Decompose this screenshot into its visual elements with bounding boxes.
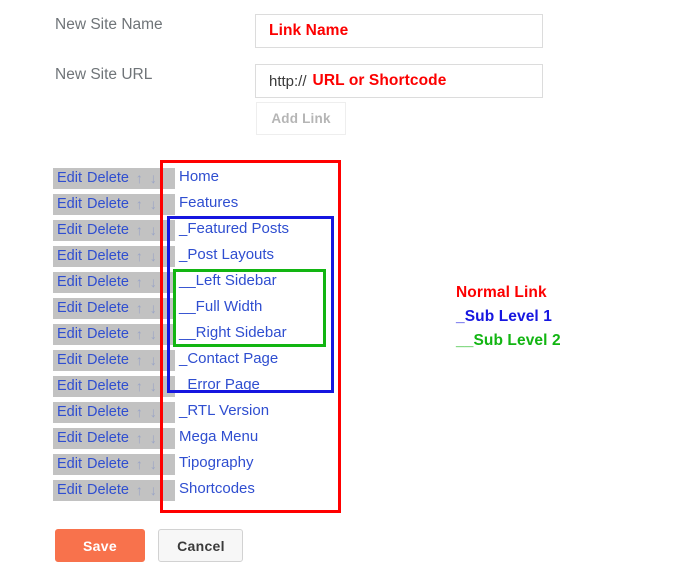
move-up-icon[interactable]: ↑ xyxy=(136,194,143,215)
edit-link-button[interactable]: Edit xyxy=(57,376,82,397)
move-down-icon[interactable]: ↓ xyxy=(150,168,157,189)
edit-link-button[interactable]: Edit xyxy=(57,194,82,215)
legend: Normal Link _Sub Level 1 __Sub Level 2 xyxy=(456,281,561,353)
move-down-icon[interactable]: ↓ xyxy=(150,194,157,215)
delete-link-button[interactable]: Delete xyxy=(87,454,129,475)
site-url-value: URL or Shortcode xyxy=(312,72,447,89)
move-down-icon[interactable]: ↓ xyxy=(150,402,157,423)
edit-link-button[interactable]: Edit xyxy=(57,272,82,293)
move-up-icon[interactable]: ↑ xyxy=(136,454,143,475)
menu-item[interactable]: Features xyxy=(162,189,340,215)
link-rows-column: Edit Delete ↑ ↓ Edit Delete ↑ ↓ Edit Delete ↑ ↓ Edit… xyxy=(53,168,175,506)
label-new-site-url: New Site URL xyxy=(55,66,153,83)
move-up-icon[interactable]: ↑ xyxy=(136,428,143,449)
delete-link-button[interactable]: Delete xyxy=(87,428,129,449)
edit-link-button[interactable]: Edit xyxy=(57,402,82,423)
delete-link-button[interactable]: Delete xyxy=(87,246,129,267)
menu-item[interactable]: _RTL Version xyxy=(162,397,340,423)
url-protocol-prefix: http:// xyxy=(269,72,307,90)
move-down-icon[interactable]: ↓ xyxy=(150,376,157,397)
move-down-icon[interactable]: ↓ xyxy=(150,272,157,293)
menu-item[interactable]: __Left Sidebar xyxy=(162,267,340,293)
delete-link-button[interactable]: Delete xyxy=(87,324,129,345)
menu-item[interactable]: _Contact Page xyxy=(162,345,340,371)
legend-sub-level-1: _Sub Level 1 xyxy=(456,308,552,325)
menu-item[interactable]: Mega Menu xyxy=(162,423,340,449)
delete-link-button[interactable]: Delete xyxy=(87,194,129,215)
link-row[interactable]: Edit Delete ↑ ↓ xyxy=(53,298,175,319)
move-down-icon[interactable]: ↓ xyxy=(150,246,157,267)
delete-link-button[interactable]: Delete xyxy=(87,350,129,371)
move-down-icon[interactable]: ↓ xyxy=(150,324,157,345)
link-row[interactable]: Edit Delete ↑ ↓ xyxy=(53,454,175,475)
link-list-area: Edit Delete ↑ ↓ Edit Delete ↑ ↓ Edit Delete ↑ ↓ Edit… xyxy=(0,160,700,518)
link-row[interactable]: Edit Delete ↑ ↓ xyxy=(53,168,175,189)
legend-sub-level-2: __Sub Level 2 xyxy=(456,332,561,349)
footer-actions: Save Cancel xyxy=(55,529,244,562)
link-row[interactable]: Edit Delete ↑ ↓ xyxy=(53,324,175,345)
edit-link-button[interactable]: Edit xyxy=(57,220,82,241)
delete-link-button[interactable]: Delete xyxy=(87,168,129,189)
move-up-icon[interactable]: ↑ xyxy=(136,272,143,293)
label-new-site-name: New Site Name xyxy=(55,16,163,33)
edit-link-button[interactable]: Edit xyxy=(57,454,82,475)
move-up-icon[interactable]: ↑ xyxy=(136,480,143,501)
edit-link-button[interactable]: Edit xyxy=(57,324,82,345)
menu-item[interactable]: Shortcodes xyxy=(162,475,340,501)
menu-item[interactable]: __Right Sidebar xyxy=(162,319,340,345)
site-name-input[interactable]: Link Name xyxy=(255,14,543,48)
site-url-input[interactable]: http:// URL or Shortcode xyxy=(255,64,543,98)
menu-item[interactable]: Home xyxy=(162,163,340,189)
save-button[interactable]: Save xyxy=(55,529,145,562)
move-down-icon[interactable]: ↓ xyxy=(150,428,157,449)
link-row[interactable]: Edit Delete ↑ ↓ xyxy=(53,246,175,267)
delete-link-button[interactable]: Delete xyxy=(87,220,129,241)
edit-link-button[interactable]: Edit xyxy=(57,168,82,189)
delete-link-button[interactable]: Delete xyxy=(87,376,129,397)
edit-link-button[interactable]: Edit xyxy=(57,428,82,449)
move-down-icon[interactable]: ↓ xyxy=(150,454,157,475)
move-down-icon[interactable]: ↓ xyxy=(150,298,157,319)
form-row-site-url: New Site URL http:// URL or Shortcode xyxy=(0,64,700,104)
menu-item[interactable]: Tipography xyxy=(162,449,340,475)
link-row[interactable]: Edit Delete ↑ ↓ xyxy=(53,194,175,215)
delete-link-button[interactable]: Delete xyxy=(87,402,129,423)
menu-item[interactable]: __Full Width xyxy=(162,293,340,319)
move-up-icon[interactable]: ↑ xyxy=(136,402,143,423)
menu-item[interactable]: _Error Page xyxy=(162,371,340,397)
edit-link-button[interactable]: Edit xyxy=(57,480,82,501)
move-up-icon[interactable]: ↑ xyxy=(136,168,143,189)
move-up-icon[interactable]: ↑ xyxy=(136,324,143,345)
move-up-icon[interactable]: ↑ xyxy=(136,246,143,267)
link-row[interactable]: Edit Delete ↑ ↓ xyxy=(53,402,175,423)
move-down-icon[interactable]: ↓ xyxy=(150,220,157,241)
form-row-site-name: New Site Name Link Name xyxy=(0,14,700,54)
edit-link-button[interactable]: Edit xyxy=(57,298,82,319)
delete-link-button[interactable]: Delete xyxy=(87,272,129,293)
move-up-icon[interactable]: ↑ xyxy=(136,298,143,319)
link-row[interactable]: Edit Delete ↑ ↓ xyxy=(53,480,175,501)
move-down-icon[interactable]: ↓ xyxy=(150,480,157,501)
edit-link-button[interactable]: Edit xyxy=(57,246,82,267)
link-names-column: Home Features _Featured Posts _Post Layouts… xyxy=(162,163,340,501)
move-up-icon[interactable]: ↑ xyxy=(136,350,143,371)
link-row[interactable]: Edit Delete ↑ ↓ xyxy=(53,220,175,241)
link-row[interactable]: Edit Delete ↑ ↓ xyxy=(53,272,175,293)
delete-link-button[interactable]: Delete xyxy=(87,480,129,501)
add-link-button[interactable]: Add Link xyxy=(256,102,346,135)
cancel-button[interactable]: Cancel xyxy=(158,529,244,562)
edit-link-button[interactable]: Edit xyxy=(57,350,82,371)
delete-link-button[interactable]: Delete xyxy=(87,298,129,319)
move-up-icon[interactable]: ↑ xyxy=(136,220,143,241)
link-row[interactable]: Edit Delete ↑ ↓ xyxy=(53,376,175,397)
menu-item[interactable]: _Post Layouts xyxy=(162,241,340,267)
move-down-icon[interactable]: ↓ xyxy=(150,350,157,371)
link-row[interactable]: Edit Delete ↑ ↓ xyxy=(53,428,175,449)
link-row[interactable]: Edit Delete ↑ ↓ xyxy=(53,350,175,371)
move-up-icon[interactable]: ↑ xyxy=(136,376,143,397)
site-name-value: Link Name xyxy=(269,22,349,39)
menu-item[interactable]: _Featured Posts xyxy=(162,215,340,241)
legend-normal-link: Normal Link xyxy=(456,284,547,301)
